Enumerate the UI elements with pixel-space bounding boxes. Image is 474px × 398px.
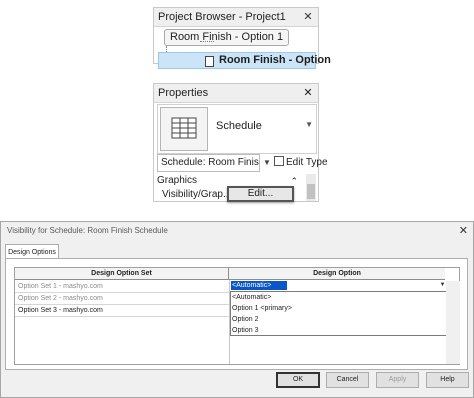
table-row[interactable]: Option Set 3 - mashyo.com — [18, 305, 103, 316]
dropdown-list: <Automatic> Option 1 <primary> Option 2 … — [230, 291, 447, 336]
chevron-down-icon[interactable]: ▼ — [260, 154, 274, 172]
apply-button[interactable]: Apply — [376, 372, 419, 388]
table-row[interactable]: Option Set 1 - mashyo.com — [18, 281, 103, 292]
scrollbar[interactable] — [306, 174, 316, 201]
options-grid: Design Option Set Design Option Option S… — [14, 267, 460, 365]
help-button[interactable]: Help — [426, 372, 469, 388]
ok-button[interactable]: OK — [276, 372, 320, 388]
project-browser-panel: Project Browser - Project1 ✕ Room Finish… — [153, 7, 331, 69]
type-selector[interactable]: Schedule ▼ — [157, 104, 317, 154]
edit-type-label: Edit Type — [286, 157, 328, 168]
close-icon[interactable]: ✕ — [302, 84, 314, 103]
table-row[interactable]: Option Set 2 - mashyo.com — [18, 293, 103, 304]
row-divider — [15, 316, 229, 317]
tab-design-options[interactable]: Design Options — [5, 244, 59, 259]
design-option-combo[interactable]: <Automatic> — [231, 281, 287, 290]
tree-item-label: Room Finish - Option — [219, 54, 331, 66]
type-name: Schedule — [216, 120, 262, 132]
close-icon[interactable]: ✕ — [459, 224, 468, 237]
close-icon[interactable]: ✕ — [302, 8, 314, 27]
visibility-dialog: Visibility for Schedule: Room Finish Sch… — [0, 221, 474, 398]
schedule-doc-icon — [205, 56, 214, 67]
scrollbar[interactable] — [446, 281, 460, 364]
column-header-option: Design Option — [229, 268, 445, 280]
schedule-table-icon — [160, 107, 208, 151]
dropdown-option[interactable]: <Automatic> — [232, 292, 271, 303]
dialog-title: Visibility for Schedule: Room Finish Sch… — [7, 226, 168, 235]
scrollbar-thumb[interactable] — [307, 184, 315, 199]
edit-button[interactable]: Edit... — [227, 186, 294, 202]
column-header-set: Design Option Set — [15, 268, 229, 280]
dropdown-option[interactable]: Option 2 — [232, 314, 258, 325]
tab-panel: Design Option Set Design Option Option S… — [5, 258, 468, 370]
properties-title: Properties — [154, 84, 318, 103]
drag-indicator — [200, 41, 214, 46]
param-label: Visibility/Grap... — [162, 189, 232, 200]
edit-type-button[interactable]: Edit Type — [274, 154, 328, 172]
properties-panel: Properties ✕ Schedule ▼ Schedule: Room F… — [153, 83, 328, 202]
project-browser-title: Project Browser - Project1 — [154, 8, 318, 27]
dropdown-option[interactable]: Option 1 <primary> — [232, 303, 292, 314]
tree-item-room-finish-option[interactable]: Room Finish - Option — [158, 52, 331, 69]
dropdown-option[interactable]: Option 3 — [232, 325, 258, 336]
cancel-button[interactable]: Cancel — [326, 372, 369, 388]
chevron-down-icon[interactable]: ▼ — [305, 120, 313, 129]
instance-selector[interactable]: Schedule: Room Finis — [157, 154, 260, 172]
tooltip: Room Finish - Option 1 — [164, 29, 289, 46]
edit-type-icon — [274, 156, 284, 166]
